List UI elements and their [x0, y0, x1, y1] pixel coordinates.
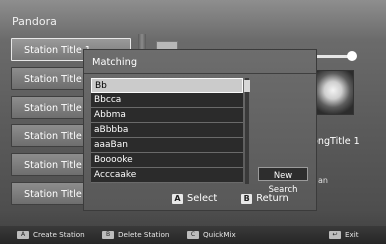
quickmix-hint[interactable]: C QuickMix — [187, 230, 236, 239]
return-arrow-icon: ↩ — [329, 230, 341, 239]
result-item[interactable]: Bb — [91, 78, 243, 93]
matching-dialog: Matching Bb Bbcca Abbma aBbbba aaaBan Bo… — [83, 49, 317, 211]
result-item[interactable]: Acccaake — [91, 168, 243, 183]
create-station-hint[interactable]: A Create Station — [17, 230, 85, 239]
scrollbar-thumb[interactable] — [244, 80, 250, 92]
result-item[interactable]: Abbma — [91, 108, 243, 123]
result-item[interactable]: Booooke — [91, 153, 243, 168]
b-key-icon: B — [241, 193, 253, 204]
exit-hint[interactable]: ↩ Exit — [329, 230, 359, 239]
delete-station-label: Delete Station — [118, 230, 170, 239]
a-key-icon: A — [172, 193, 183, 204]
album-art — [312, 70, 354, 115]
result-item[interactable]: aBbbba — [91, 123, 243, 138]
create-station-label: Create Station — [33, 230, 85, 239]
exit-label: Exit — [345, 230, 359, 239]
song-title: ongTitle 1 — [312, 136, 360, 147]
title-divider — [84, 73, 316, 74]
delete-station-hint[interactable]: B Delete Station — [102, 230, 169, 239]
progress-knob[interactable] — [347, 51, 357, 61]
scrollbar-track[interactable] — [245, 78, 249, 184]
matching-results-list: Bb Bbcca Abbma aBbbba aaaBan Booooke Acc… — [91, 78, 243, 183]
b-key-icon: B — [102, 230, 114, 239]
artist-name: an — [318, 176, 328, 185]
c-key-icon: C — [187, 230, 199, 239]
pandora-screen: Pandora Station Title 1 Station Title 2 … — [0, 0, 386, 244]
dialog-title: Matching — [92, 57, 138, 68]
result-item[interactable]: Bbcca — [91, 93, 243, 108]
result-item[interactable]: aaaBan — [91, 138, 243, 153]
select-label[interactable]: Select — [187, 193, 217, 204]
a-key-icon: A — [17, 230, 29, 239]
new-search-button[interactable]: New Search — [258, 167, 308, 194]
return-label[interactable]: Return — [256, 193, 289, 204]
quickmix-label: QuickMix — [203, 230, 236, 239]
app-title: Pandora — [12, 15, 57, 28]
dialog-footer: A Select B Return — [172, 193, 289, 204]
